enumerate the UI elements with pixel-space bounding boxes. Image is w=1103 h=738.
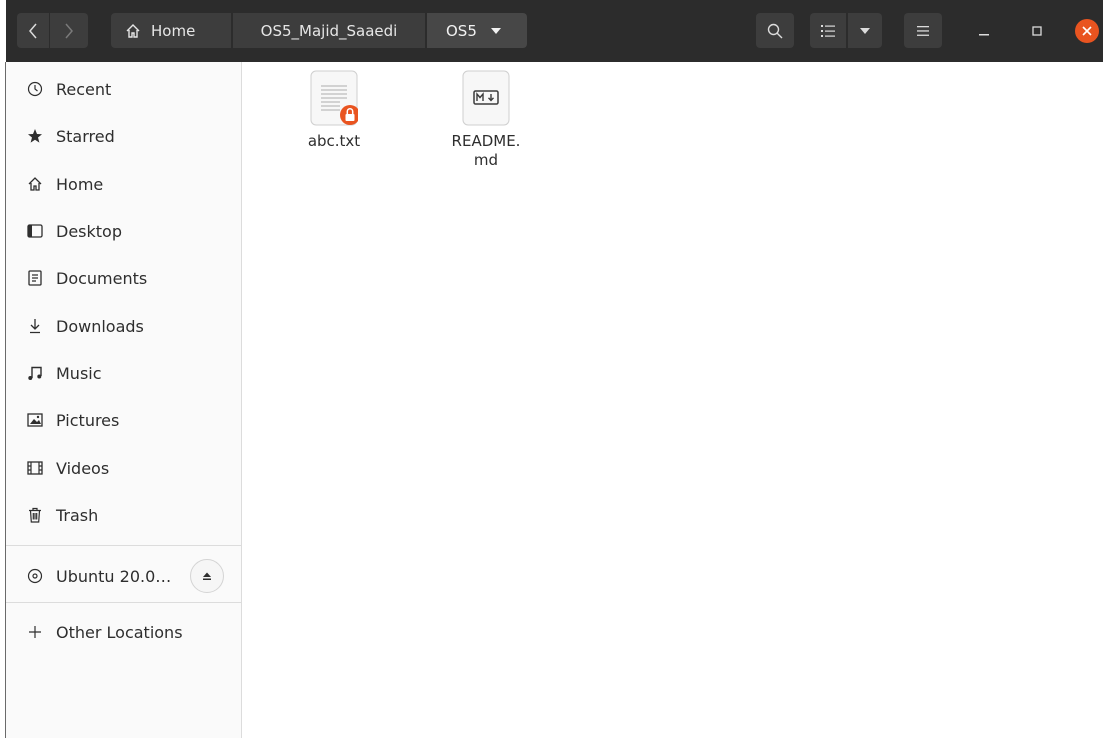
file-name-line: README.	[451, 132, 521, 150]
sidebar-item-videos[interactable]: Videos	[6, 447, 241, 489]
disc-icon	[24, 568, 46, 584]
file-name-line: md	[473, 151, 499, 169]
list-view-icon	[821, 24, 835, 37]
sidebar-item-downloads[interactable]: Downloads	[6, 305, 241, 347]
sidebar-item-home[interactable]: Home	[6, 163, 241, 205]
sidebar-item-label: Videos	[56, 458, 110, 478]
sidebar-item-starred[interactable]: Starred	[6, 115, 241, 157]
sidebar-item-label: Music	[56, 363, 102, 383]
sidebar-item-label: Other Locations	[56, 622, 183, 642]
sidebar-item-documents[interactable]: Documents	[6, 257, 241, 299]
breadcrumb-home-label: Home	[151, 21, 196, 40]
header-bar: Home OS5_Majid_Saaedi OS5	[6, 0, 1103, 62]
sidebar-item-pictures[interactable]: Pictures	[6, 399, 241, 441]
sidebar-separator	[6, 545, 241, 546]
breadcrumb-current-label: OS5	[446, 21, 477, 40]
download-icon	[24, 318, 46, 334]
sidebar: Recent Starred Home Desktop Documents Do…	[6, 62, 242, 738]
maximize-icon	[1032, 25, 1042, 36]
caret-down-icon	[860, 27, 870, 34]
minimize-button[interactable]	[968, 13, 1000, 48]
sidebar-item-label: Pictures	[56, 410, 120, 430]
home-icon	[24, 176, 46, 192]
music-icon	[24, 365, 46, 381]
search-icon	[767, 23, 783, 38]
main-menu-button[interactable]	[904, 13, 942, 48]
picture-icon	[24, 413, 46, 427]
eject-icon	[203, 572, 211, 580]
forward-button[interactable]	[49, 13, 88, 48]
sidebar-separator	[6, 602, 241, 603]
view-options-button[interactable]	[847, 13, 882, 48]
sidebar-item-desktop[interactable]: Desktop	[6, 210, 241, 252]
hamburger-icon	[917, 25, 929, 36]
sidebar-item-label: Documents	[56, 268, 148, 288]
file-name: abc.txt	[307, 132, 361, 150]
maximize-button[interactable]	[1021, 13, 1053, 48]
breadcrumb-dir-label: OS5_Majid_Saaedi	[260, 21, 398, 40]
file-name: README. md	[436, 132, 536, 170]
sidebar-item-music[interactable]: Music	[6, 352, 241, 394]
desktop-icon	[24, 224, 46, 238]
close-icon	[1082, 25, 1092, 36]
document-icon	[24, 270, 46, 286]
chevron-left-icon	[29, 23, 37, 38]
sidebar-item-label: Trash	[56, 505, 99, 525]
file-manager-window: Home OS5_Majid_Saaedi OS5 Recent Starred…	[0, 0, 1103, 738]
text-file-locked-icon	[310, 70, 360, 126]
sidebar-item-label: Recent	[56, 79, 112, 99]
video-icon	[24, 461, 46, 475]
back-button[interactable]	[17, 13, 49, 48]
sidebar-item-label: Starred	[56, 126, 115, 146]
sidebar-item-label: Downloads	[56, 316, 144, 336]
file-item[interactable]: README. md	[436, 70, 536, 170]
close-button-circle	[1075, 18, 1099, 43]
plus-icon	[24, 625, 46, 639]
caret-down-icon	[490, 27, 501, 34]
close-button[interactable]	[1071, 13, 1103, 48]
view-toggle-button[interactable]	[810, 13, 846, 48]
breadcrumb-dir[interactable]: OS5_Majid_Saaedi	[232, 13, 425, 48]
minimize-icon	[979, 33, 989, 35]
file-view: abc.txt README. md	[242, 62, 1103, 738]
sidebar-item-label: Home	[56, 174, 104, 194]
sidebar-item-recent[interactable]: Recent	[6, 68, 241, 110]
sidebar-item-other-locations[interactable]: Other Locations	[6, 611, 241, 653]
breadcrumb-current[interactable]: OS5	[426, 13, 527, 48]
markdown-file-icon	[462, 70, 510, 126]
home-icon	[126, 23, 140, 38]
sidebar-item-label: Desktop	[56, 221, 122, 241]
trash-icon	[24, 507, 46, 523]
star-icon	[24, 128, 46, 144]
breadcrumb-home[interactable]: Home	[111, 13, 231, 48]
sidebar-item-trash[interactable]: Trash	[6, 494, 241, 536]
file-item[interactable]: abc.txt	[284, 70, 384, 151]
clock-icon	[24, 81, 46, 97]
eject-button[interactable]	[190, 559, 224, 593]
chevron-right-icon	[65, 23, 73, 38]
search-button[interactable]	[756, 13, 794, 48]
sidebar-item-label: Ubuntu 20.0…	[56, 566, 172, 586]
